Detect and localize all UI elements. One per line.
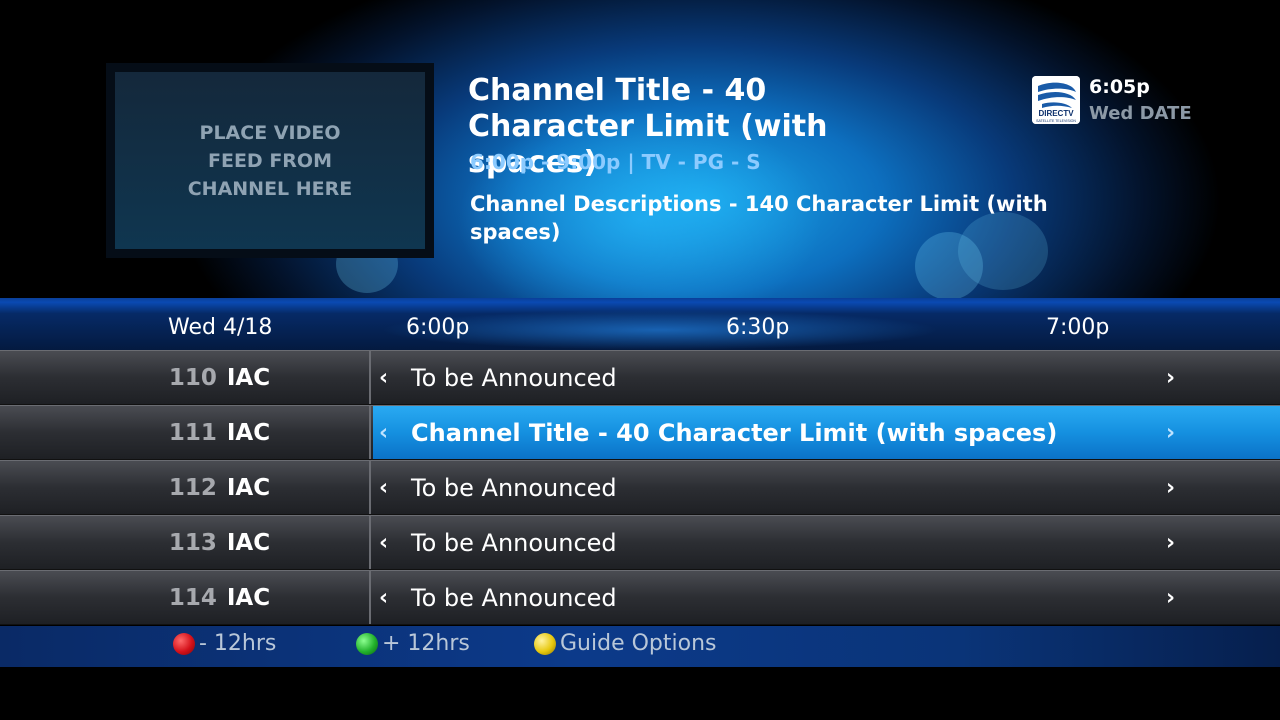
program-time-rating: 6:00p - 9:00p | TV - PG - S [470,150,761,174]
remote-button-legend: - 12hrs + 12hrs Guide Options [0,626,1280,667]
channel-name: IAC [226,584,271,611]
channel-cell[interactable]: 112 IAC [0,461,371,514]
time-slot: 6:00p [406,315,470,340]
guide-date: Wed 4/18 [168,315,273,340]
legend-guide-options[interactable]: Guide Options [534,631,716,656]
directv-logo-icon: DIRECTV SATELLITE TELEVISION [1032,76,1080,124]
clock-time: 6:05p [1089,76,1150,98]
legend-label: Guide Options [560,631,717,656]
chevron-right-icon[interactable]: › [1166,530,1175,555]
video-preview: PLACE VIDEO FEED FROM CHANNEL HERE [106,63,434,258]
guide-row-110[interactable]: 110 IAC ‹ To be Announced › [0,350,1280,405]
video-placeholder-text: PLACE VIDEO FEED FROM CHANNEL HERE [187,121,353,200]
channel-number: 113 [168,529,217,556]
chevron-left-icon[interactable]: ‹ [379,475,388,500]
program-cell-selected[interactable]: ‹ Channel Title - 40 Character Limit (wi… [373,406,1280,459]
legend-label: + 12hrs [382,631,470,656]
legend-minus-12hrs[interactable]: - 12hrs [173,631,276,656]
program-cell[interactable]: ‹ To be Announced › [373,571,1280,624]
legend-plus-12hrs[interactable]: + 12hrs [356,631,470,656]
channel-cell[interactable]: 111 IAC [0,406,371,459]
channel-name: IAC [226,529,271,556]
logo-text: DIRECTV [1038,109,1074,118]
guide-row-111[interactable]: 111 IAC ‹ Channel Title - 40 Character L… [0,405,1280,460]
program-name: To be Announced [411,363,617,392]
chevron-left-icon[interactable]: ‹ [379,585,388,610]
program-name: To be Announced [411,473,617,502]
channel-number: 110 [168,364,217,391]
channel-name: IAC [226,474,271,501]
chevron-left-icon[interactable]: ‹ [379,365,388,390]
chevron-left-icon[interactable]: ‹ [379,530,388,555]
program-info-panel: PLACE VIDEO FEED FROM CHANNEL HERE Chann… [0,0,1280,298]
chevron-right-icon[interactable]: › [1166,420,1175,445]
legend-label: - 12hrs [199,631,277,656]
guide-row-113[interactable]: 113 IAC ‹ To be Announced › [0,515,1280,570]
chevron-right-icon[interactable]: › [1166,475,1175,500]
clock-date: Wed DATE [1089,103,1192,124]
program-cell[interactable]: ‹ To be Announced › [373,516,1280,569]
channel-name: IAC [226,364,271,391]
chevron-right-icon[interactable]: › [1166,365,1175,390]
channel-number: 112 [168,474,217,501]
channel-number: 114 [168,584,217,611]
guide-row-112[interactable]: 112 IAC ‹ To be Announced › [0,460,1280,515]
guide-row-114[interactable]: 114 IAC ‹ To be Announced › [0,570,1280,625]
logo-subtext: SATELLITE TELEVISION [1036,119,1076,123]
channel-cell[interactable]: 114 IAC [0,571,371,624]
channel-cell[interactable]: 110 IAC [0,351,371,404]
program-name: To be Announced [411,528,617,557]
time-slot: 7:00p [1046,315,1110,340]
chevron-left-icon[interactable]: ‹ [379,420,388,445]
timeline-header: Wed 4/18 6:00p 6:30p 7:00p [0,298,1280,350]
channel-name: IAC [226,419,271,446]
program-cell[interactable]: ‹ To be Announced › [373,351,1280,404]
red-button-icon [173,632,195,655]
channel-number: 111 [168,419,217,446]
program-name: To be Announced [411,583,617,612]
channel-guide-grid: 110 IAC ‹ To be Announced › 111 IAC ‹ Ch… [0,350,1280,625]
green-button-icon [356,632,378,655]
video-preview-area: PLACE VIDEO FEED FROM CHANNEL HERE [115,72,425,249]
program-cell[interactable]: ‹ To be Announced › [373,461,1280,514]
channel-cell[interactable]: 113 IAC [0,516,371,569]
program-description: Channel Descriptions - 140 Character Lim… [470,192,1048,244]
time-slot: 6:30p [726,315,790,340]
yellow-button-icon [534,632,556,655]
chevron-right-icon[interactable]: › [1166,585,1175,610]
program-name: Channel Title - 40 Character Limit (with… [411,418,1058,447]
